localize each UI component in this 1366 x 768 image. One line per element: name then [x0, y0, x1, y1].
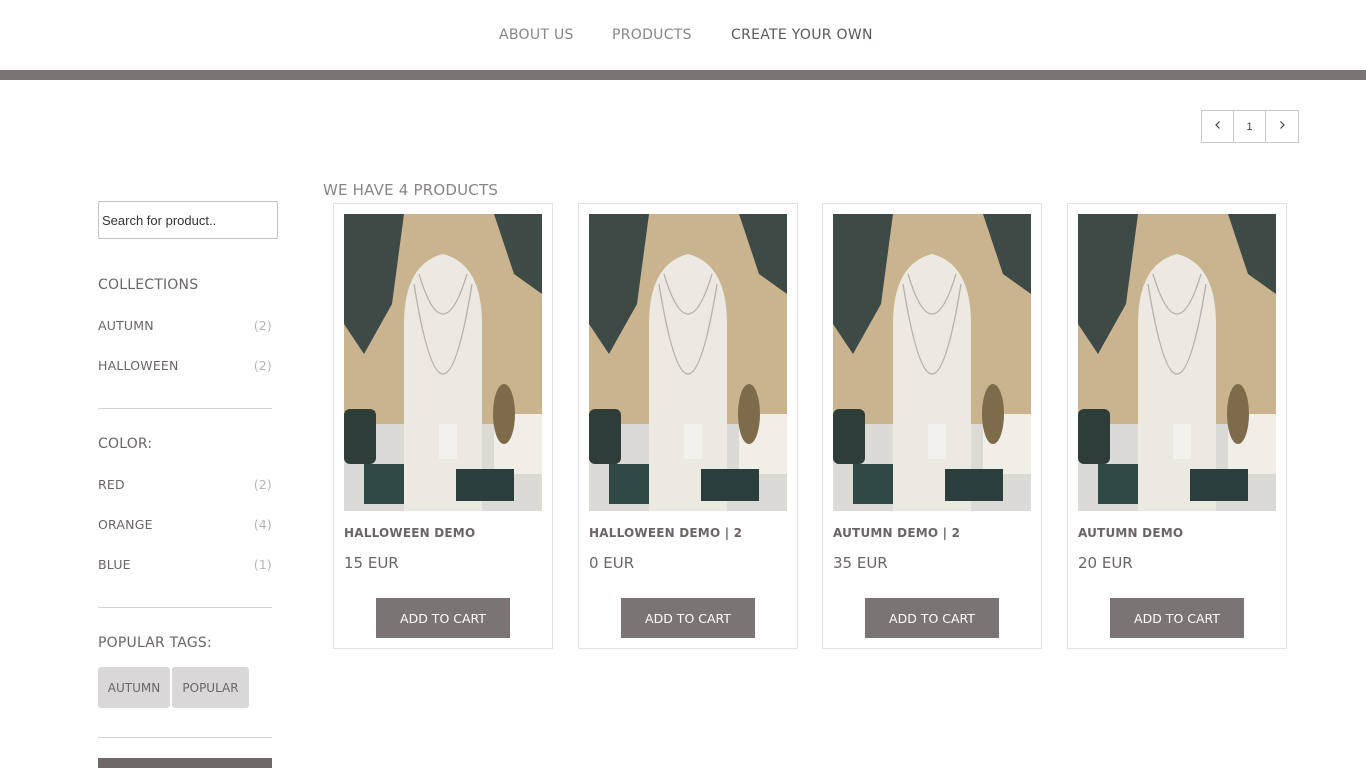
product-price: 35 EUR — [833, 554, 888, 572]
collections-heading: COLLECTIONS — [98, 277, 199, 293]
add-to-cart-button[interactable]: ADD TO CART — [621, 598, 755, 638]
product-image[interactable] — [589, 214, 787, 511]
color-heading: COLOR: — [98, 436, 153, 452]
collection-count: (2) — [253, 358, 272, 373]
header-divider-bar — [0, 70, 1366, 80]
product-image[interactable] — [344, 214, 542, 511]
color-count: (1) — [253, 557, 272, 572]
nav-about-us[interactable]: ABOUT US — [499, 27, 574, 43]
search-input[interactable] — [98, 201, 278, 239]
product-image[interactable] — [1078, 214, 1276, 511]
product-price: 20 EUR — [1078, 554, 1133, 572]
nav-products[interactable]: PRODUCTS — [612, 27, 692, 43]
product-name[interactable]: AUTUMN DEMO — [1078, 526, 1183, 540]
necklace-display-image — [833, 214, 1031, 511]
add-to-cart-button[interactable]: ADD TO CART — [376, 598, 510, 638]
collection-item-halloween[interactable]: HALLOWEEN (2) — [98, 358, 272, 378]
color-label: RED — [98, 477, 125, 492]
collection-label: AUTUMN — [98, 318, 154, 333]
color-item-orange[interactable]: ORANGE (4) — [98, 517, 272, 537]
sidebar-divider — [98, 607, 272, 608]
necklace-display-image — [589, 214, 787, 511]
product-count-text: WE HAVE 4 PRODUCTS — [323, 181, 499, 199]
color-item-blue[interactable]: BLUE (1) — [98, 557, 272, 577]
chevron-left-icon — [1213, 120, 1223, 133]
tag-autumn[interactable]: AUTUMN — [98, 667, 170, 708]
product-name[interactable]: HALLOWEEN DEMO — [344, 526, 475, 540]
prev-page-button[interactable] — [1202, 111, 1234, 142]
add-to-cart-button[interactable]: ADD TO CART — [865, 598, 999, 638]
sidebar-bottom-button[interactable] — [98, 758, 272, 768]
nav-create-your-own[interactable]: CREATE YOUR OWN — [731, 27, 873, 43]
collection-item-autumn[interactable]: AUTUMN (2) — [98, 318, 272, 338]
product-price: 0 EUR — [589, 554, 635, 572]
product-image[interactable] — [833, 214, 1031, 511]
next-page-button[interactable] — [1266, 111, 1298, 142]
product-name[interactable]: AUTUMN DEMO | 2 — [833, 526, 960, 540]
product-card: HALLOWEEN DEMO | 2 0 EUR ADD TO CART — [578, 203, 798, 649]
color-count: (2) — [253, 477, 272, 492]
color-label: BLUE — [98, 557, 131, 572]
collection-count: (2) — [253, 318, 272, 333]
necklace-display-image — [344, 214, 542, 511]
sidebar-divider — [98, 408, 272, 409]
product-card: HALLOWEEN DEMO 15 EUR ADD TO CART — [333, 203, 553, 649]
product-card: AUTUMN DEMO | 2 35 EUR ADD TO CART — [822, 203, 1042, 649]
color-count: (4) — [253, 517, 272, 532]
add-to-cart-button[interactable]: ADD TO CART — [1110, 598, 1244, 638]
chevron-right-icon — [1277, 120, 1287, 133]
sidebar-divider — [98, 737, 272, 738]
product-card: AUTUMN DEMO 20 EUR ADD TO CART — [1067, 203, 1287, 649]
top-navigation: ABOUT US PRODUCTS CREATE YOUR OWN — [0, 0, 1366, 80]
product-price: 15 EUR — [344, 554, 399, 572]
popular-tags-heading: POPULAR TAGS: — [98, 635, 212, 651]
necklace-display-image — [1078, 214, 1276, 511]
color-item-red[interactable]: RED (2) — [98, 477, 272, 497]
page-number-button[interactable]: 1 — [1234, 111, 1266, 142]
color-label: ORANGE — [98, 517, 153, 532]
product-name[interactable]: HALLOWEEN DEMO | 2 — [589, 526, 742, 540]
collection-label: HALLOWEEN — [98, 358, 179, 373]
pagination: 1 — [1201, 110, 1299, 143]
tag-popular[interactable]: POPULAR — [172, 667, 249, 708]
